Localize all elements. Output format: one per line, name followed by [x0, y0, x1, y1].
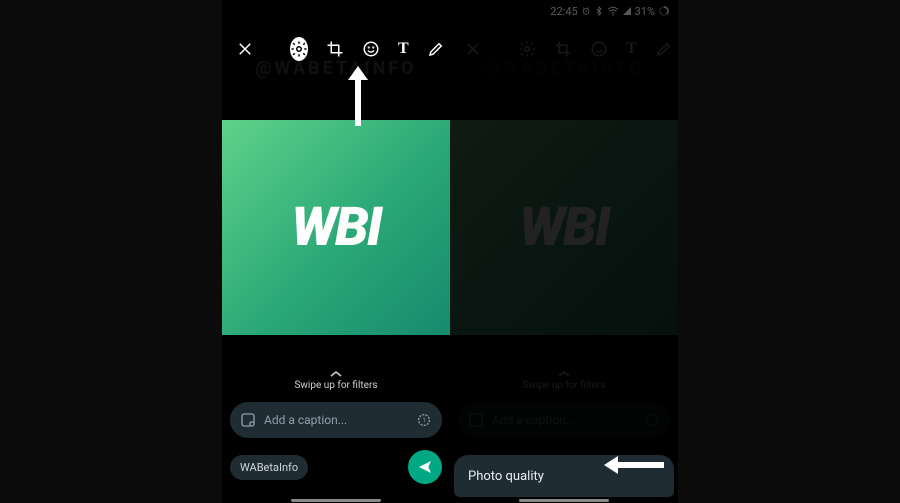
- close-icon[interactable]: [236, 39, 254, 59]
- send-icon: [417, 459, 433, 475]
- text-icon[interactable]: T: [398, 39, 409, 59]
- preview-logo-text: WBI: [291, 201, 380, 255]
- swipe-hint-label: Swipe up for filters: [294, 380, 377, 391]
- comparison-stage: T @WABETAINFO WBI Swipe up for filters A…: [0, 0, 900, 503]
- svg-text:1: 1: [422, 417, 425, 424]
- phone-left: T @WABETAINFO WBI Swipe up for filters A…: [222, 0, 450, 503]
- photo-quality-sheet[interactable]: Photo quality: [454, 455, 674, 497]
- timer-icon[interactable]: 1: [416, 412, 432, 428]
- modal-dimmer[interactable]: [450, 0, 678, 503]
- nav-handle[interactable]: [291, 499, 381, 502]
- sheet-title: Photo quality: [468, 469, 544, 484]
- watermark: @WABETAINFO: [222, 58, 450, 79]
- sticker-icon[interactable]: [240, 412, 256, 428]
- bottom-row: WABetaInfo: [230, 450, 442, 484]
- emoji-icon[interactable]: [362, 39, 380, 59]
- phone-right: 22:45 31% T: [450, 0, 678, 503]
- crop-icon[interactable]: [326, 39, 344, 59]
- image-preview[interactable]: WBI: [222, 120, 450, 335]
- caption-placeholder: Add a caption...: [264, 413, 408, 427]
- swipe-up-hint[interactable]: Swipe up for filters: [222, 370, 450, 391]
- draw-icon[interactable]: [427, 39, 445, 59]
- nav-handle[interactable]: [519, 499, 609, 502]
- send-button[interactable]: [408, 450, 442, 484]
- recipient-chip[interactable]: WABetaInfo: [230, 455, 308, 480]
- caption-input[interactable]: Add a caption... 1: [230, 402, 442, 438]
- chevron-up-icon: [330, 370, 342, 378]
